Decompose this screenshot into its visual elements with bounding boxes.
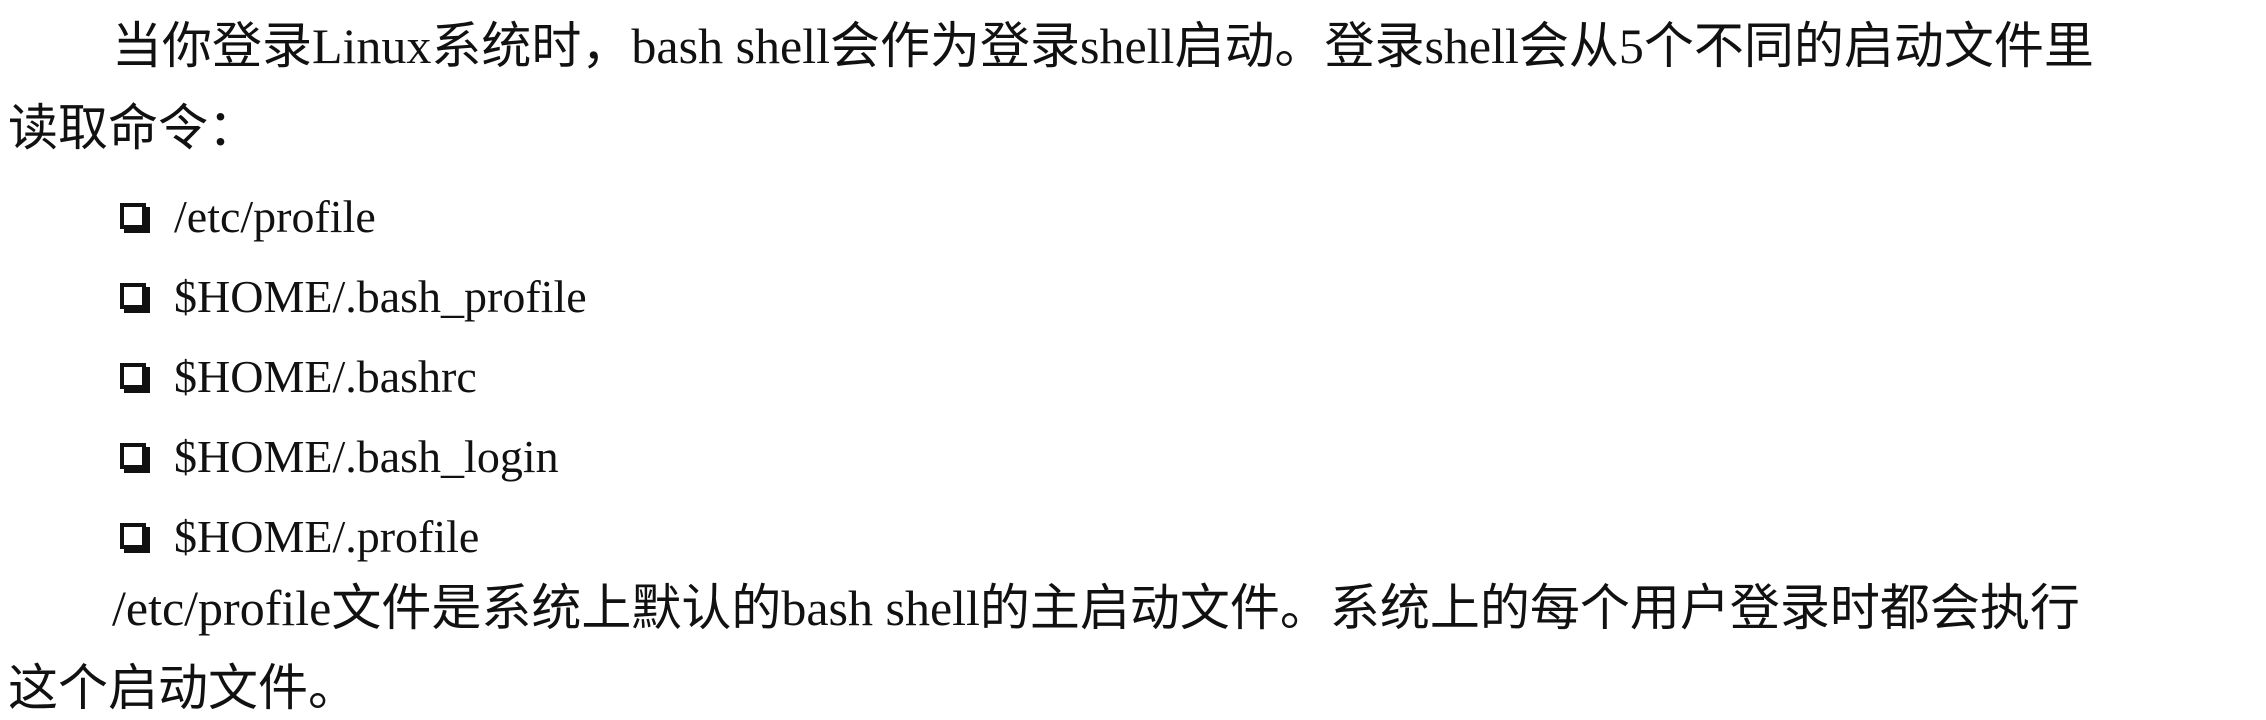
list-item: $HOME/.profile: [120, 496, 587, 576]
checkbox-bullet-icon: [120, 443, 146, 469]
list-item-text: $HOME/.bashrc: [174, 350, 477, 402]
list-item-text: $HOME/.bash_profile: [174, 270, 587, 322]
list-item-text: $HOME/.profile: [174, 510, 480, 562]
paragraph-2-line-1: /etc/profile文件是系统上默认的bash shell的主启动文件。系统…: [112, 580, 2080, 636]
checkbox-bullet-icon: [120, 283, 146, 309]
startup-file-list: /etc/profile $HOME/.bash_profile $HOME/.…: [120, 176, 587, 576]
checkbox-bullet-icon: [120, 363, 146, 389]
document-page: 当你登录Linux系统时，bash shell会作为登录shell启动。登录sh…: [0, 0, 2266, 720]
checkbox-bullet-icon: [120, 203, 146, 229]
list-item-text: /etc/profile: [174, 190, 376, 242]
checkbox-bullet-icon: [120, 523, 146, 549]
paragraph-2-line-2: 这个启动文件。: [8, 660, 358, 716]
paragraph-1-line-1: 当你登录Linux系统时，bash shell会作为登录shell启动。登录sh…: [112, 18, 2094, 74]
list-item-text: $HOME/.bash_login: [174, 430, 559, 482]
list-item: $HOME/.bashrc: [120, 336, 587, 416]
list-item: /etc/profile: [120, 176, 587, 256]
list-item: $HOME/.bash_profile: [120, 256, 587, 336]
paragraph-1-line-2: 读取命令：: [8, 100, 258, 156]
list-item: $HOME/.bash_login: [120, 416, 587, 496]
